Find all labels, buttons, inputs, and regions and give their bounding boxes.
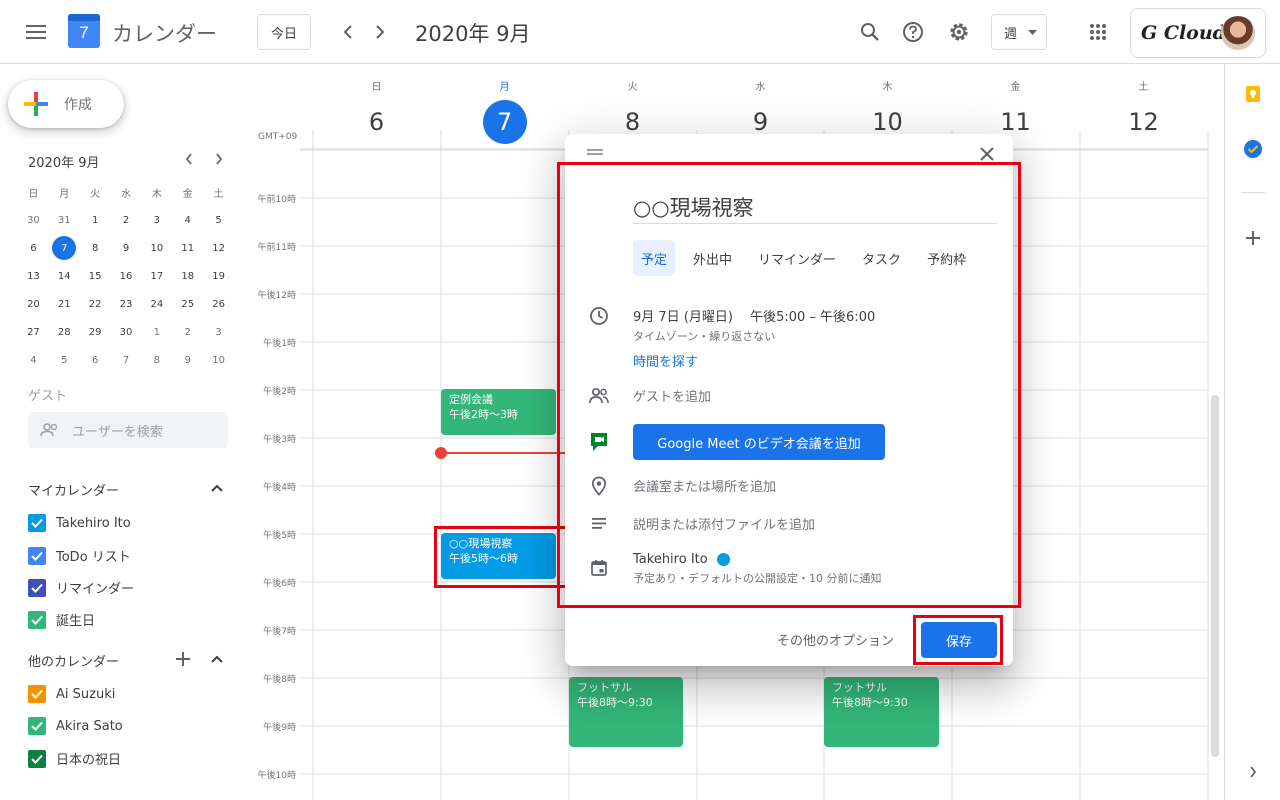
event-time: 午後2時〜3時 [449,408,518,421]
event-time: 午後8時〜9:30 [832,696,908,709]
event-meeting[interactable]: 定例会議 午後2時〜3時 [441,389,556,435]
hour-label: 午後8時 [263,675,296,685]
day-name: 木 [882,82,893,93]
avatar [1221,16,1255,50]
hour-label: 午後10時 [257,771,296,781]
hour-label: 午後4時 [263,483,296,493]
day-name: 土 [1138,82,1149,93]
day-number: 7 [441,100,568,144]
keep-icon[interactable] [1243,84,1263,104]
hour-label: 午前10時 [257,195,296,205]
day-name: 月 [499,82,510,93]
event-title: フットサル [832,681,887,694]
hour-label: 午前11時 [257,243,296,253]
highlight-box-dialog-body [557,162,1021,608]
hour-label: 午後2時 [263,387,296,397]
add-addon-plus-icon[interactable] [1243,228,1263,248]
day-name: 金 [1010,82,1021,93]
hour-label: 午後9時 [263,723,296,733]
day-name: 水 [755,82,766,93]
more-options-button[interactable]: その他のオプション [777,630,894,649]
event-futsal-thu[interactable]: フットサル 午後8時〜9:30 [824,677,939,747]
highlight-box-event [434,526,571,588]
hour-label: 午後12時 [257,291,296,301]
event-time: 午後8時〜9:30 [577,696,653,709]
day-name: 火 [627,82,638,93]
drag-handle-icon[interactable] [585,144,605,160]
hour-label: 午後1時 [263,339,296,349]
timezone-label: GMT+09 [258,132,298,142]
hour-label: 午後5時 [263,531,296,541]
day-column-header[interactable]: 月7 [441,80,568,144]
hour-label: 午後3時 [263,435,296,445]
day-name: 日 [371,82,382,93]
day-number: 6 [368,108,385,136]
hour-label: 午後6時 [263,579,296,589]
expand-panel-chevron-icon[interactable] [1243,762,1263,782]
day-column-header[interactable]: 日6 [313,80,440,144]
event-futsal-tue[interactable]: フットサル 午後8時〜9:30 [569,677,683,747]
today-day-number[interactable]: 7 [482,100,527,144]
side-panel [1224,64,1280,800]
day-column-header[interactable]: 土 12 [1080,80,1207,144]
event-title: 定例会議 [449,393,493,406]
tasks-icon[interactable] [1243,139,1263,159]
event-title: フットサル [577,681,632,694]
current-time-line [441,452,571,454]
grid-scrollbar[interactable] [1211,395,1219,757]
day-number: 12 [1128,108,1159,136]
current-time-dot [435,447,447,459]
panel-divider [1241,192,1265,193]
highlight-box-save [913,615,1003,665]
hour-label: 午後7時 [263,627,296,637]
